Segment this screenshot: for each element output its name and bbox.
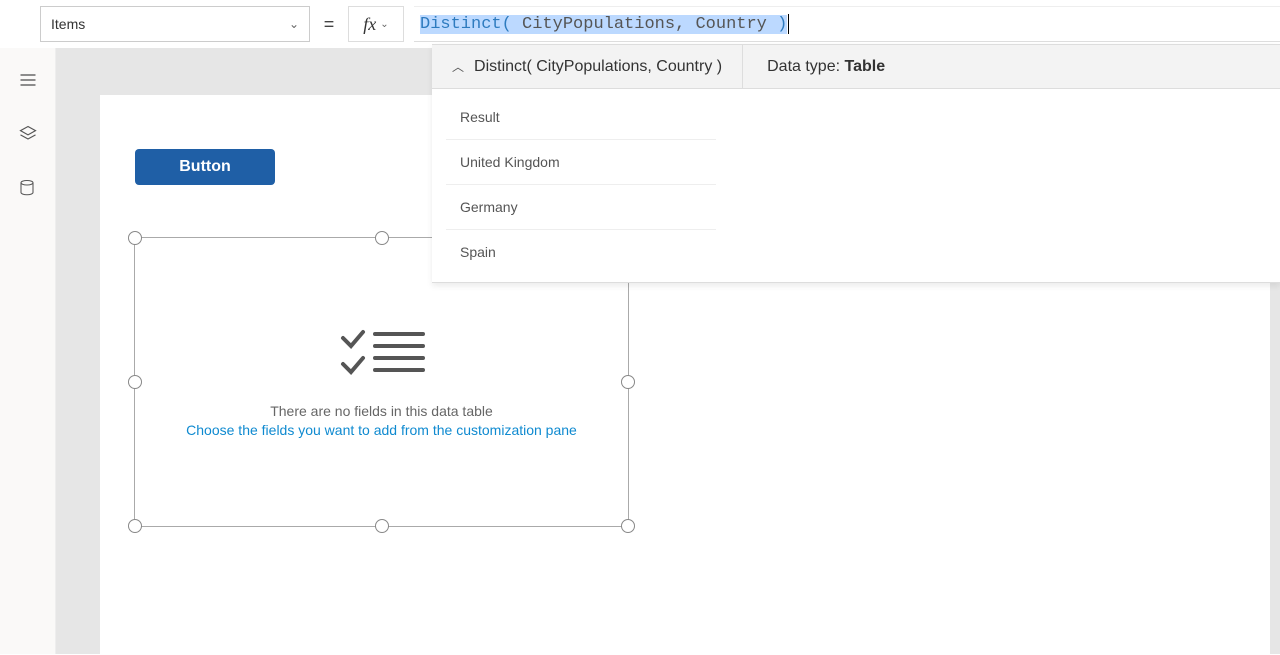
resize-handle[interactable] xyxy=(128,519,142,533)
checklist-icon xyxy=(337,326,427,385)
result-row[interactable]: Germany xyxy=(446,185,716,230)
resize-handle[interactable] xyxy=(375,231,389,245)
formula-token-func: Distinct xyxy=(420,15,502,34)
formula-result-datatype: Data type: Table xyxy=(743,58,909,76)
fx-button[interactable]: fx ⌄ xyxy=(348,6,404,42)
result-column: Result United Kingdom Germany Spain xyxy=(446,95,716,274)
data-table-fields-link[interactable]: Choose the fields you want to add from t… xyxy=(186,422,577,438)
button-control[interactable]: Button xyxy=(135,149,275,185)
chevron-up-icon: ︿ xyxy=(452,58,464,75)
layers-icon[interactable] xyxy=(18,124,38,144)
fx-label: fx xyxy=(363,14,376,35)
formula-input[interactable]: Distinct( CityPopulations, Country ) xyxy=(414,6,1280,42)
text-cursor xyxy=(788,14,789,34)
database-icon[interactable] xyxy=(18,178,38,198)
datatype-value: Table xyxy=(845,58,886,75)
property-dropdown[interactable]: Items ⌄ xyxy=(40,6,310,42)
resize-handle[interactable] xyxy=(128,231,142,245)
chevron-down-icon: ⌄ xyxy=(289,17,299,31)
resize-handle[interactable] xyxy=(621,519,635,533)
datatype-label: Data type: xyxy=(767,58,840,75)
resize-handle[interactable] xyxy=(621,375,635,389)
left-rail xyxy=(0,48,56,654)
button-control-label: Button xyxy=(179,158,231,176)
formula-result-toggle[interactable]: ︿ Distinct( CityPopulations, Country ) xyxy=(432,45,743,88)
formula-token-arg1: CityPopulations xyxy=(522,15,675,34)
property-dropdown-value: Items xyxy=(51,16,85,32)
result-row[interactable]: United Kingdom xyxy=(446,140,716,185)
equals-label: = xyxy=(320,6,338,42)
resize-handle[interactable] xyxy=(375,519,389,533)
formula-result-expr: Distinct( CityPopulations, Country ) xyxy=(474,58,722,76)
formula-result-panel: ︿ Distinct( CityPopulations, Country ) D… xyxy=(432,44,1280,283)
formula-result-body: Result United Kingdom Germany Spain xyxy=(432,89,1280,282)
hamburger-icon[interactable] xyxy=(18,70,38,90)
formula-bar: Items ⌄ = fx ⌄ Distinct( CityPopulations… xyxy=(40,6,1280,42)
formula-result-header: ︿ Distinct( CityPopulations, Country ) D… xyxy=(432,45,1280,89)
data-table-empty-msg: There are no fields in this data table xyxy=(270,403,493,419)
resize-handle[interactable] xyxy=(128,375,142,389)
result-row[interactable]: Spain xyxy=(446,230,716,274)
formula-token-arg2: Country xyxy=(695,15,766,34)
result-column-header: Result xyxy=(446,95,716,140)
chevron-down-icon: ⌄ xyxy=(380,19,388,30)
